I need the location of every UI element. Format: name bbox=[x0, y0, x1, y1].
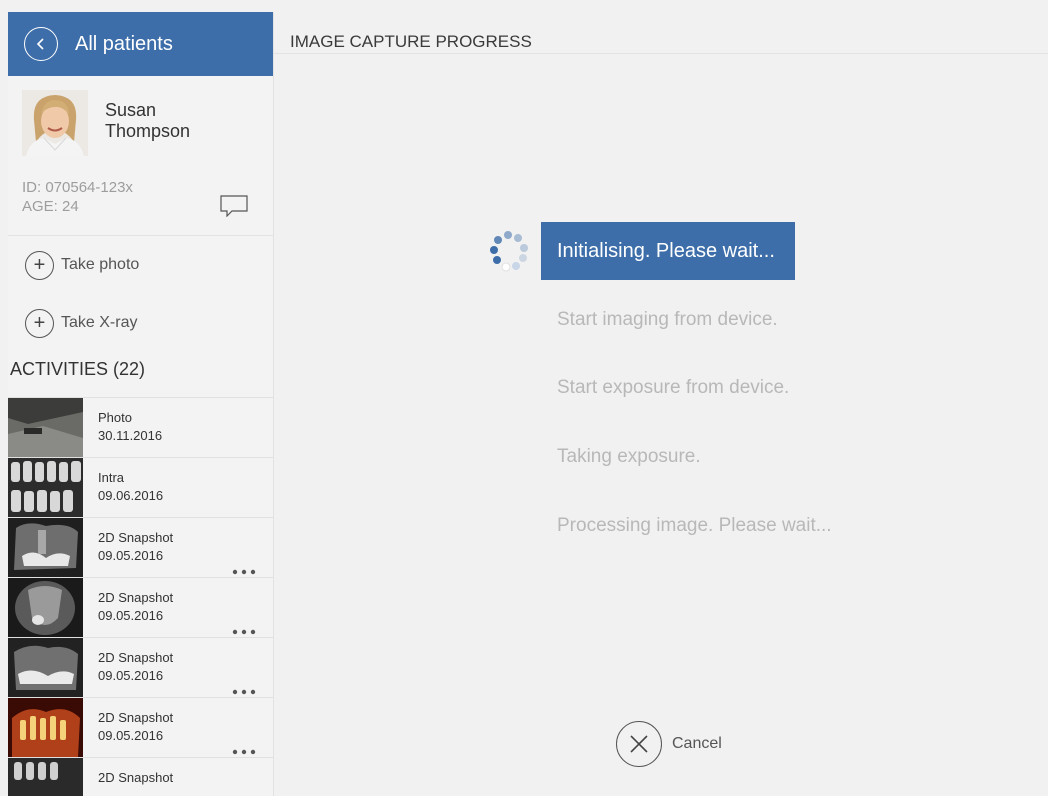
step-taking-exposure: Taking exposure. bbox=[557, 446, 701, 467]
all-patients-back-button[interactable]: All patients bbox=[8, 12, 273, 76]
take-xray-label: Take X-ray bbox=[61, 314, 138, 331]
activity-thumbnail-xray bbox=[8, 518, 83, 577]
capture-progress-panel: IMAGE CAPTURE PROGRESS Initialising. Ple… bbox=[274, 12, 1048, 796]
plus-icon: + bbox=[25, 308, 54, 338]
patient-avatar bbox=[22, 90, 88, 156]
activity-title: 2D Snapshot bbox=[98, 770, 174, 785]
activity-item[interactable]: Intra 09.06.2016 bbox=[8, 457, 273, 517]
activity-title: Photo bbox=[98, 410, 132, 425]
activity-thumbnail-3d bbox=[8, 698, 83, 757]
loading-spinner-icon bbox=[486, 230, 530, 279]
activity-thumbnail-photo bbox=[8, 398, 83, 457]
activity-title: 2D Snapshot bbox=[98, 590, 174, 605]
close-icon bbox=[616, 721, 662, 767]
activity-thumbnail-intra bbox=[8, 458, 83, 517]
comment-icon[interactable] bbox=[220, 195, 248, 222]
activity-date: 09.05.2016 bbox=[98, 548, 164, 563]
activity-date: 09.06.2016 bbox=[98, 488, 164, 503]
cancel-label: Cancel bbox=[672, 735, 722, 752]
activity-thumbnail-xray bbox=[8, 578, 83, 637]
activity-date: 09.05.2016 bbox=[98, 668, 164, 683]
back-label: All patients bbox=[75, 32, 173, 55]
activity-item[interactable]: 2D Snapshot 09.05.2016 bbox=[8, 697, 273, 757]
take-xray-button[interactable]: + Take X-ray bbox=[8, 294, 273, 352]
activity-thumbnail-xray bbox=[8, 638, 83, 697]
activities-title: ACTIVITIES (22) bbox=[10, 359, 146, 379]
activity-thumbnail-xray bbox=[8, 758, 83, 796]
activity-date: 30.11.2016 bbox=[98, 428, 163, 443]
activity-title: 2D Snapshot bbox=[98, 650, 174, 665]
plus-icon: + bbox=[25, 250, 54, 280]
activity-item[interactable]: 2D Snapshot 09.05.2016 bbox=[8, 577, 273, 637]
activity-title: Intra bbox=[98, 470, 125, 485]
sidebar: All patients Susan Thompson ID: 070564-1… bbox=[8, 12, 274, 796]
patient-name: Susan Thompson bbox=[105, 100, 190, 156]
activity-item[interactable]: 2D Snapshot 09.05.2016 bbox=[8, 637, 273, 697]
page-title: IMAGE CAPTURE PROGRESS bbox=[274, 12, 1048, 54]
activity-item[interactable]: 2D Snapshot 09.05.2016 bbox=[8, 517, 273, 577]
step-processing-image: Processing image. Please wait... bbox=[557, 515, 832, 536]
activity-title: 2D Snapshot bbox=[98, 710, 174, 725]
activity-item[interactable]: 2D Snapshot bbox=[8, 757, 273, 796]
activity-title: 2D Snapshot bbox=[98, 530, 174, 545]
chevron-left-icon bbox=[24, 27, 58, 61]
activity-date: 09.05.2016 bbox=[98, 608, 164, 623]
activity-item[interactable]: Photo 30.11.2016 bbox=[8, 397, 273, 457]
take-photo-label: Take photo bbox=[61, 256, 140, 273]
activity-date: 09.05.2016 bbox=[98, 728, 164, 743]
current-status: Initialising. Please wait... bbox=[541, 222, 795, 280]
step-start-imaging: Start imaging from device. bbox=[557, 309, 778, 330]
cancel-button[interactable]: Cancel bbox=[616, 721, 722, 767]
patient-card: Susan Thompson ID: 070564-123x AGE: 24 bbox=[8, 76, 273, 236]
step-start-exposure: Start exposure from device. bbox=[557, 377, 790, 398]
take-photo-button[interactable]: + Take photo bbox=[8, 236, 273, 294]
patient-last-name: Thompson bbox=[105, 121, 191, 141]
patient-first-name: Susan bbox=[105, 100, 157, 120]
